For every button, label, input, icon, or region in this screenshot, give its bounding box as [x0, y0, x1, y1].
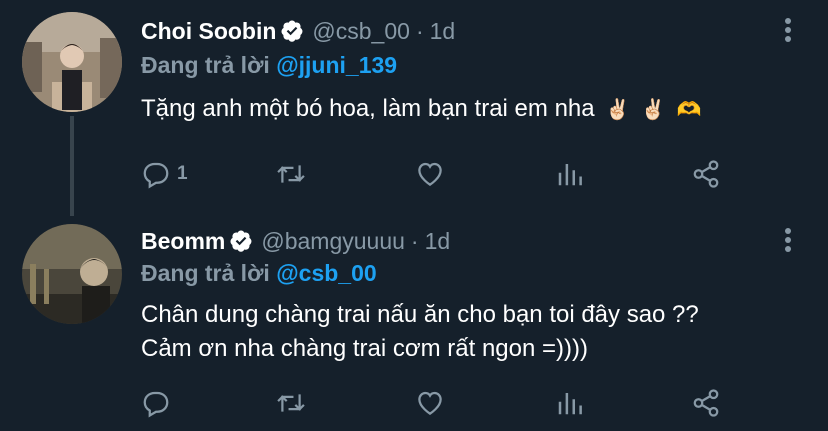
analytics-button[interactable] [555, 383, 585, 423]
replying-to: Đang trả lời @csb_00 [141, 260, 377, 287]
avatar-photo [22, 224, 122, 324]
replying-to: Đang trả lời @jjuni_139 [141, 52, 397, 79]
reply-icon [143, 162, 169, 189]
analytics-button[interactable] [555, 154, 585, 194]
tweet-text: Chân dung chàng trai nấu ăn cho bạn toi … [141, 298, 699, 366]
display-name[interactable]: Beomm [141, 228, 225, 255]
retweet-button[interactable] [275, 154, 307, 194]
share-icon [693, 389, 719, 417]
avatar-photo [22, 12, 122, 112]
thread-connector [70, 116, 74, 216]
verified-badge-icon [229, 229, 253, 253]
separator-dot: · [415, 17, 424, 44]
replying-to-label: Đang trả lời [141, 52, 270, 78]
heart-hands-emoji: 🫶 [676, 99, 702, 121]
tweet[interactable]: Beomm @bamgyuuuu · 1d Đang trả lời @csb_… [0, 214, 828, 431]
like-icon [418, 162, 442, 186]
display-name[interactable]: Choi Soobin [141, 18, 276, 45]
like-button[interactable] [415, 154, 445, 194]
victory-hand-emoji: ✌🏻 [640, 99, 666, 121]
tweet[interactable]: Choi Soobin @csb_00 · 1d Đang trả lời @j… [0, 0, 828, 216]
more-options-icon[interactable] [784, 18, 792, 44]
share-icon [693, 160, 719, 188]
reply-button[interactable] [141, 383, 171, 423]
share-button[interactable] [691, 154, 721, 194]
retweet-icon [277, 165, 305, 183]
like-icon [418, 391, 442, 415]
retweet-icon [277, 394, 305, 412]
retweet-button[interactable] [275, 383, 307, 423]
analytics-icon [558, 164, 582, 186]
tweet-text: Tặng anh một bó hoa, làm bạn trai em nha… [141, 92, 701, 127]
tweet-actions: 1 [141, 154, 741, 194]
replying-to-handle[interactable]: @jjuni_139 [276, 52, 397, 78]
separator-dot: · [410, 227, 419, 254]
user-handle[interactable]: @bamgyuuuu [261, 228, 405, 255]
user-handle[interactable]: @csb_00 [312, 18, 410, 45]
verified-badge-icon [280, 19, 304, 43]
replying-to-label: Đang trả lời [141, 260, 270, 286]
more-options-icon[interactable] [784, 228, 792, 254]
tweet-header: Choi Soobin @csb_00 · 1d [141, 14, 455, 48]
analytics-icon [558, 393, 582, 415]
share-button[interactable] [691, 383, 721, 423]
like-button[interactable] [415, 383, 445, 423]
reply-count: 1 [177, 163, 188, 184]
timestamp[interactable]: 1d [430, 18, 456, 45]
tweet-text-line: Chân dung chàng trai nấu ăn cho bạn toi … [141, 301, 699, 328]
timestamp[interactable]: 1d [425, 228, 451, 255]
reply-icon [143, 391, 169, 418]
avatar[interactable] [22, 224, 122, 324]
tweet-text-body: Tặng anh một bó hoa, làm bạn trai em nha [141, 95, 595, 122]
avatar[interactable] [22, 12, 122, 112]
replying-to-handle[interactable]: @csb_00 [276, 260, 376, 286]
tweet-actions [141, 383, 741, 423]
reply-button[interactable]: 1 [141, 154, 188, 194]
tweet-header: Beomm @bamgyuuuu · 1d [141, 224, 450, 258]
tweet-text-line: Cảm ơn nha chàng trai cơm rất ngon =)))) [141, 335, 588, 362]
victory-hand-emoji: ✌🏻 [605, 99, 631, 121]
